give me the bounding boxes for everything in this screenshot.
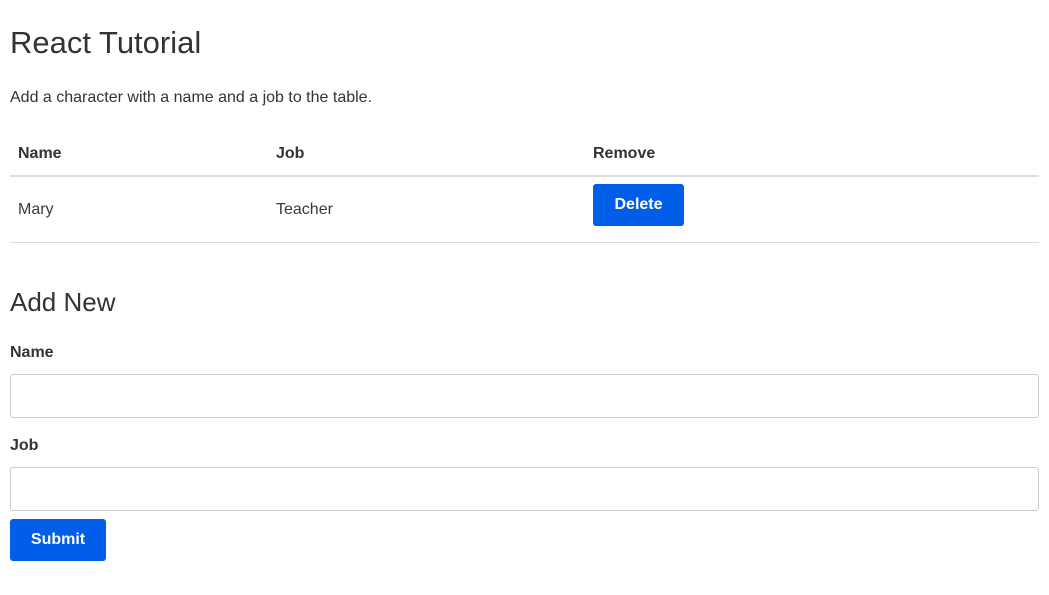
intro-text: Add a character with a name and a job to… — [10, 89, 373, 106]
table-row: Mary Teacher Delete — [10, 177, 1039, 243]
add-new-title: Add New — [10, 287, 116, 317]
delete-button[interactable]: Delete — [593, 184, 684, 226]
job-input[interactable] — [10, 467, 1039, 511]
column-header-name: Name — [18, 145, 62, 162]
name-input[interactable] — [10, 374, 1039, 418]
name-label: Name — [10, 344, 54, 361]
cell-job: Teacher — [276, 201, 333, 218]
cell-name: Mary — [18, 201, 54, 218]
characters-table: Name Job Remove Mary Teacher Delete — [10, 133, 1039, 243]
page-title: React Tutorial — [10, 25, 202, 60]
table-header-row: Name Job Remove — [10, 133, 1039, 177]
job-label: Job — [10, 437, 39, 454]
column-header-job: Job — [276, 145, 305, 162]
submit-button[interactable]: Submit — [10, 519, 106, 561]
column-header-remove: Remove — [593, 145, 656, 162]
